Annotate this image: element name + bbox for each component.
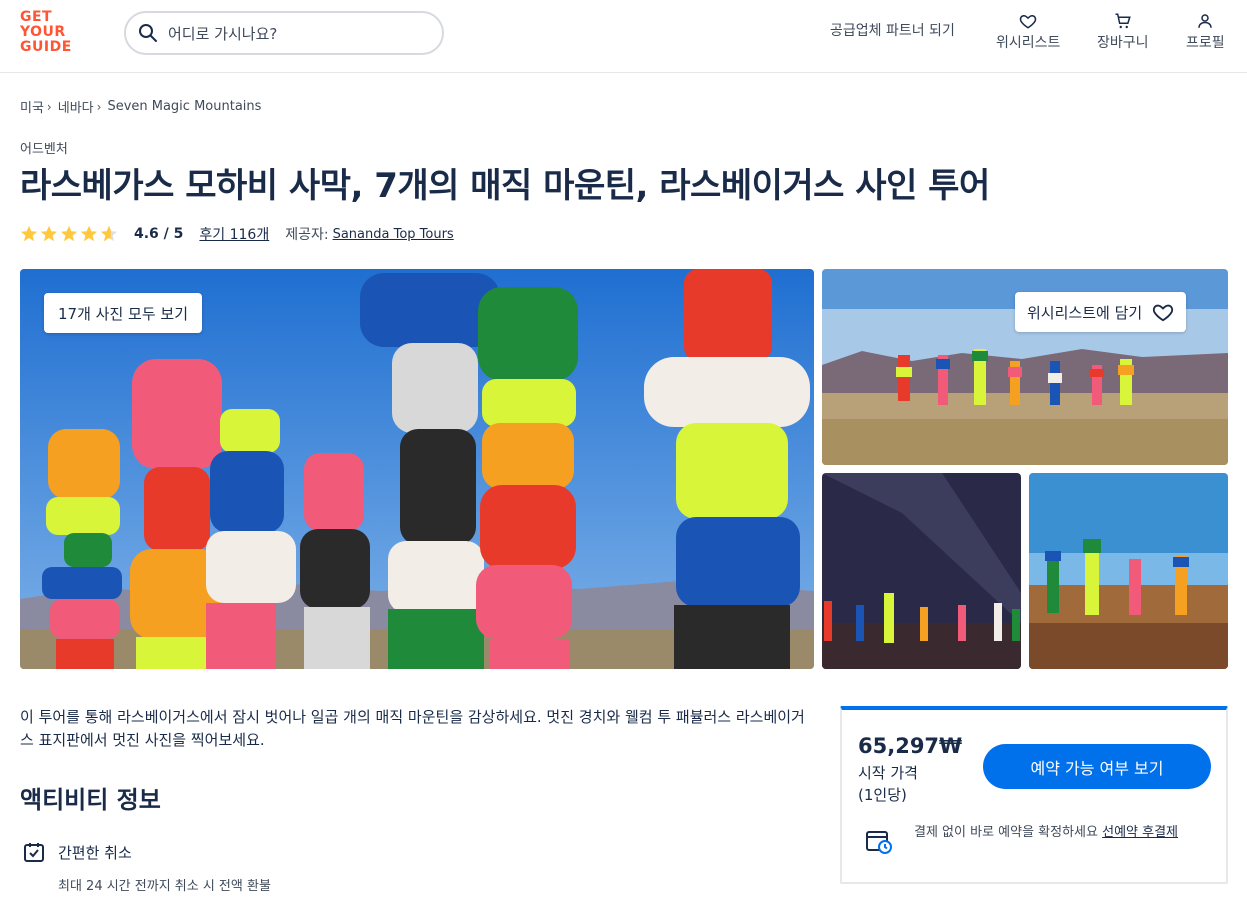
reviews-link[interactable]: 후기 116개 xyxy=(199,224,269,244)
activity-description: 이 투어를 통해 라스베이거스에서 잠시 벗어나 일곱 개의 매직 마운틴을 감… xyxy=(20,708,805,749)
site-header: GET YOUR GUIDE 어디로 가시나요? 공급업체 파트너 되기 위시리… xyxy=(0,0,1247,73)
free-cancellation-title: 간편한 취소 xyxy=(58,843,132,862)
logo-line-1: GET xyxy=(20,9,53,25)
night-sky-photo xyxy=(822,473,1021,669)
price-from-label: 시작 가격 xyxy=(858,764,918,782)
nav-profile-label: 프로필 xyxy=(1186,35,1225,51)
price-caption: 시작 가격 (1인당) xyxy=(858,762,918,806)
breadcrumb-item-state[interactable]: 네바다 xyxy=(58,97,94,116)
chevron-right-icon: › xyxy=(96,99,102,114)
reserve-now-pay-later: 결제 없이 바로 예약을 확정하세요 선예약 후결제 xyxy=(864,822,1214,856)
provider-label: 제공자: xyxy=(285,227,329,243)
activity-category: 어드벤처 xyxy=(20,142,68,157)
add-to-wishlist-button[interactable]: 위시리스트에 담기 xyxy=(1015,292,1187,332)
nav-profile[interactable]: 프로필 xyxy=(1186,12,1225,52)
nav-wishlist[interactable]: 위시리스트 xyxy=(996,12,1060,52)
reserve-text: 결제 없이 바로 예약을 확정하세요 선예약 후결제 xyxy=(914,822,1214,844)
view-all-photos-button[interactable]: 17개 사진 모두 보기 xyxy=(44,293,202,333)
add-to-wishlist-label: 위시리스트에 담기 xyxy=(1027,303,1143,322)
rating-row: 4.6 / 5 후기 116개 제공자: Sananda Top Tours xyxy=(20,224,454,244)
photo-bottom-right[interactable] xyxy=(1029,473,1228,669)
provider-link[interactable]: Sananda Top Tours xyxy=(333,227,454,242)
star-icon xyxy=(20,225,38,242)
price-value: 65,297₩ xyxy=(858,734,963,758)
breadcrumb: 미국 › 네바다 › Seven Magic Mountains xyxy=(20,97,261,116)
nav-cart[interactable]: 장바구니 xyxy=(1097,12,1149,52)
reserve-description: 결제 없이 바로 예약을 확정하세요 xyxy=(914,825,1103,840)
breadcrumb-item-country[interactable]: 미국 xyxy=(20,97,44,116)
search-placeholder: 어디로 가시나요? xyxy=(168,24,278,43)
profile-icon xyxy=(1198,14,1213,28)
rating-stars xyxy=(20,225,118,243)
per-person-label: (1인당) xyxy=(858,786,907,804)
star-icon xyxy=(60,225,78,242)
calendar-check-icon xyxy=(24,843,44,862)
getyourguide-logo[interactable]: GET YOUR GUIDE xyxy=(20,10,80,55)
booking-card: 65,297₩ 시작 가격 (1인당) 예약 가능 여부 보기 결제 없이 바로… xyxy=(840,706,1228,884)
rating-value: 4.6 / 5 xyxy=(134,226,184,242)
logo-line-3: GUIDE xyxy=(20,39,72,55)
cart-icon xyxy=(1115,13,1131,29)
become-partner-link[interactable]: 공급업체 파트너 되기 xyxy=(830,20,955,40)
nav-wishlist-label: 위시리스트 xyxy=(996,35,1061,51)
half-star-icon xyxy=(100,225,118,242)
heart-icon xyxy=(1019,14,1037,29)
nav-cart-label: 장바구니 xyxy=(1097,35,1149,51)
calendar-clock-icon xyxy=(866,831,892,854)
check-availability-button[interactable]: 예약 가능 여부 보기 xyxy=(983,744,1211,789)
logo-line-2: YOUR xyxy=(20,24,66,40)
activity-info-title: 액티비티 정보 xyxy=(20,786,161,814)
desert-sculptures-photo xyxy=(1029,473,1228,669)
search-icon xyxy=(139,24,157,42)
chevron-right-icon: › xyxy=(46,99,52,114)
breadcrumb-item-attraction[interactable]: Seven Magic Mountains xyxy=(107,99,261,114)
star-icon xyxy=(80,225,98,242)
free-cancellation-detail: 최대 24 시간 전까지 취소 시 전액 환불 xyxy=(58,879,271,894)
photo-bottom-left[interactable] xyxy=(822,473,1021,669)
page-title: 라스베가스 모하비 사막, 7개의 매직 마운틴, 라스베이거스 사인 투어 xyxy=(20,166,990,206)
heart-icon xyxy=(1153,304,1174,322)
reserve-now-pay-later-link[interactable]: 선예약 후결제 xyxy=(1102,825,1178,840)
star-icon xyxy=(40,225,58,242)
search-input[interactable]: 어디로 가시나요? xyxy=(124,11,444,55)
free-cancellation-feature: 간편한 취소 xyxy=(22,840,132,864)
